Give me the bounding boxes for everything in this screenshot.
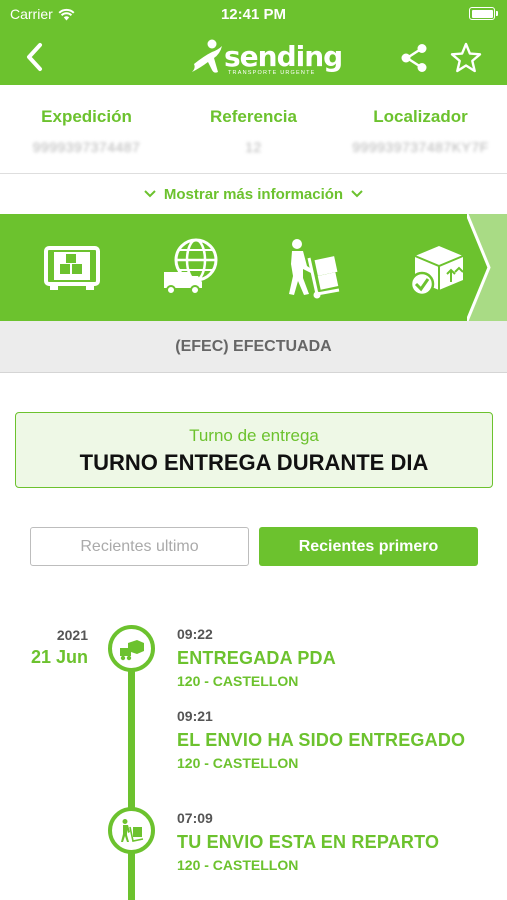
shipment-status: (EFEC) EFECTUADA	[0, 321, 507, 373]
show-more-label: Mostrar más información	[163, 185, 344, 203]
timeline-event: 09:21 EL ENVIO HA SIDO ENTREGADO 120 - C…	[177, 708, 465, 771]
info-label: Referencia	[210, 107, 297, 126]
back-chevron-icon[interactable]	[20, 40, 50, 74]
share-icon[interactable]	[398, 42, 430, 74]
info-value: 999939737487KY7F	[352, 139, 489, 155]
event-time: 07:09	[177, 810, 213, 826]
timeline-day: 21 Jun	[30, 647, 88, 667]
runner-logo-icon	[192, 39, 222, 73]
clock: 12:41 PM	[220, 6, 287, 23]
info-localizador: Localizador 999939737487KY7F	[336, 107, 505, 155]
timeline-year: 2021	[56, 627, 88, 643]
event-title: TU ENVIO ESTA EN REPARTO	[177, 832, 440, 852]
event-place: 120 - CASTELLON	[177, 857, 299, 873]
chevron-down-icon	[144, 190, 156, 198]
event-title: ENTREGADA PDA	[177, 648, 336, 668]
timeline-event: 09:22 ENTREGADA PDA 120 - CASTELLON	[177, 626, 336, 689]
timeline-date: 2021 21 Jun	[0, 627, 88, 668]
logo-word: sending	[224, 40, 343, 73]
battery-icon	[469, 7, 498, 20]
event-time: 09:21	[177, 708, 213, 724]
delivered-truck-icon	[120, 640, 144, 661]
globe-truck-icon	[164, 238, 218, 295]
package-warehouse-icon	[44, 246, 100, 290]
info-value: 12	[245, 139, 262, 155]
timeline-line	[128, 660, 135, 900]
timeline-node	[108, 625, 155, 672]
timeline-event: 07:09 TU ENVIO ESTA EN REPARTO 120 - CAS…	[177, 810, 439, 873]
timeline-node	[108, 807, 155, 854]
delivery-shift-value: TURNO ENTREGA DURANTE DIA	[79, 450, 429, 475]
delivery-shift-title: Turno de entrega	[189, 426, 319, 445]
event-title: EL ENVIO HA SIDO ENTREGADO	[177, 730, 466, 750]
info-label: Localizador	[373, 107, 468, 126]
show-more-button[interactable]: Mostrar más información	[0, 174, 507, 214]
info-referencia: Referencia 12	[169, 107, 338, 155]
star-icon[interactable]	[449, 41, 483, 75]
info-value: 9999397374487	[32, 139, 141, 155]
event-time: 09:22	[177, 626, 213, 642]
nav-bar: sending TRANSPORTE URGENTE	[0, 30, 507, 85]
progress-steps	[0, 214, 507, 321]
delivery-person-icon	[121, 819, 144, 842]
logo-tagline: TRANSPORTE URGENTE	[228, 70, 316, 76]
delivery-person-icon	[289, 239, 340, 299]
info-label: Expedición	[41, 107, 132, 126]
delivered-package-icon	[409, 246, 464, 297]
sort-newest-button[interactable]: Recientes primero	[259, 527, 478, 566]
info-expedicion: Expedición 9999397374487	[2, 107, 171, 155]
delivery-shift-box: Turno de entrega TURNO ENTREGA DURANTE D…	[15, 412, 493, 488]
shipment-info: Expedición 9999397374487 Referencia 12 L…	[0, 85, 507, 175]
sending-logo: sending TRANSPORTE URGENTE	[190, 36, 343, 80]
chevron-down-icon	[351, 190, 363, 198]
step-arrow-icon	[467, 214, 507, 321]
event-place: 120 - CASTELLON	[177, 673, 299, 689]
status-bar: Carrier 12:41 PM	[0, 0, 507, 30]
sort-oldest-button[interactable]: Recientes ultimo	[30, 527, 249, 566]
event-place: 120 - CASTELLON	[177, 755, 299, 771]
